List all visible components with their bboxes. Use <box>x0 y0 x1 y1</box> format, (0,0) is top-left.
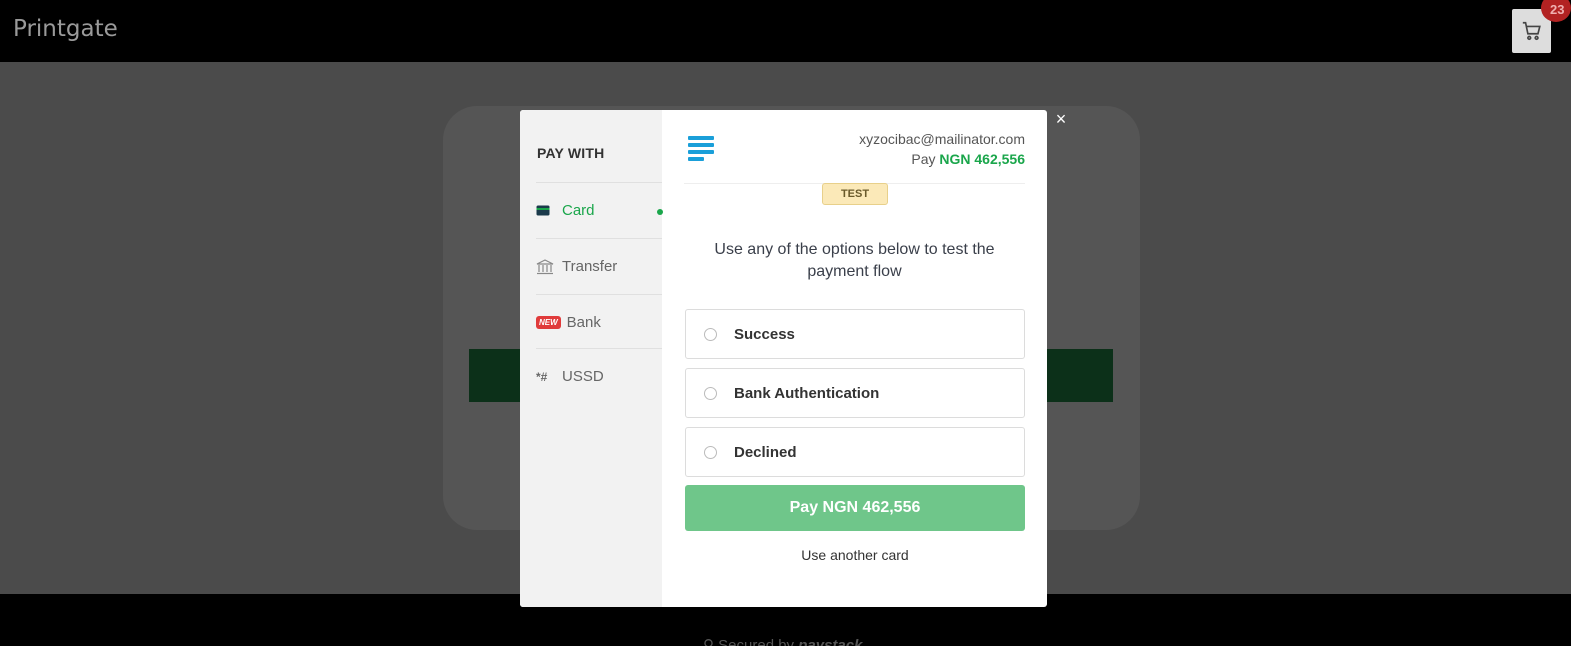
secured-by-text: ⚲ Secured by paystack <box>703 636 862 646</box>
option-bank-authentication-label: Bank Authentication <box>734 384 880 402</box>
method-bank-label: Bank <box>566 314 601 331</box>
lock-icon: ⚲ <box>703 637 714 646</box>
customer-email: xyzocibac@mailinator.com <box>859 131 1025 147</box>
method-card-label: Card <box>562 202 595 219</box>
method-transfer[interactable]: Transfer <box>536 238 662 294</box>
test-mode-badge: TEST <box>822 183 888 205</box>
pay-amount: NGN 462,556 <box>939 151 1025 167</box>
pay-amount-line: Pay NGN 462,556 <box>911 151 1025 167</box>
method-card[interactable]: Card <box>536 182 663 238</box>
secured-by-label: Secured by <box>718 637 795 646</box>
option-declined[interactable]: Declined <box>685 427 1025 477</box>
method-bank[interactable]: NEW Bank <box>536 294 662 350</box>
pay-with-title: PAY WITH <box>537 145 605 161</box>
method-transfer-label: Transfer <box>562 258 618 275</box>
method-ussd-label: USSD <box>562 368 604 385</box>
new-badge: NEW <box>536 316 561 329</box>
cart-icon <box>1522 21 1541 41</box>
bank-building-icon <box>536 258 562 275</box>
option-success[interactable]: Success <box>685 309 1025 359</box>
test-instruction: Use any of the options below to test the… <box>714 241 995 280</box>
ussd-icon: *# <box>536 369 548 384</box>
pay-prefix: Pay <box>911 151 936 167</box>
use-another-card-link[interactable]: Use another card <box>685 547 1025 563</box>
option-bank-authentication[interactable]: Bank Authentication <box>685 368 1025 418</box>
card-icon <box>536 205 562 216</box>
paystack-logo-icon <box>688 136 714 161</box>
close-icon[interactable]: × <box>1053 110 1069 128</box>
payment-methods-sidebar: PAY WITH Card Transfer NEW Bank *# USSD <box>520 110 663 607</box>
radio-button[interactable] <box>704 386 717 400</box>
method-ussd[interactable]: *# USSD <box>536 348 662 404</box>
radio-button[interactable] <box>704 445 717 459</box>
option-success-label: Success <box>734 325 795 343</box>
radio-button[interactable] <box>704 327 717 341</box>
cart-count-badge: 23 <box>1541 0 1571 22</box>
top-navbar: Printgate 23 <box>0 0 1571 62</box>
active-indicator <box>657 209 663 215</box>
pay-button[interactable]: Pay NGN 462,556 <box>685 485 1025 531</box>
option-declined-label: Declined <box>734 443 797 461</box>
brand-logo[interactable]: Printgate <box>13 16 118 42</box>
payment-modal: PAY WITH Card Transfer NEW Bank *# USSD <box>520 110 1047 607</box>
provider-name: paystack <box>798 637 863 646</box>
